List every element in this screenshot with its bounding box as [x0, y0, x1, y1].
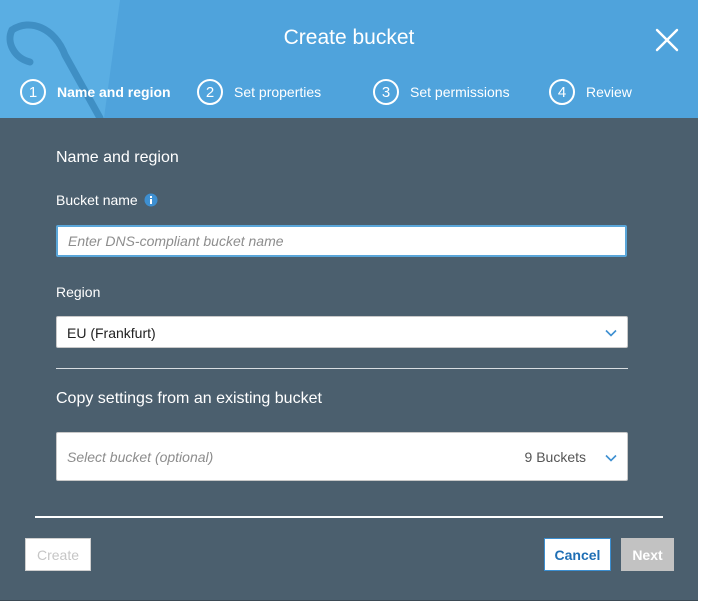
- step-label: Set permissions: [410, 84, 510, 100]
- bucket-count: 9 Buckets: [524, 449, 586, 465]
- step-label: Name and region: [57, 84, 171, 100]
- create-button[interactable]: Create: [25, 538, 91, 571]
- step-set-permissions[interactable]: 3 Set permissions: [373, 79, 510, 105]
- step-name-and-region[interactable]: 1 Name and region: [20, 79, 171, 105]
- footer-divider: [35, 516, 663, 518]
- bucket-name-input[interactable]: [56, 225, 627, 257]
- next-button[interactable]: Next: [621, 538, 674, 571]
- chevron-down-icon: [605, 454, 617, 462]
- step-label: Review: [586, 84, 632, 100]
- bucket-name-label: Bucket name: [56, 192, 138, 208]
- step-review[interactable]: 4 Review: [549, 79, 632, 105]
- step-label: Set properties: [234, 84, 322, 100]
- region-label: Region: [56, 284, 101, 300]
- copy-bucket-select[interactable]: Select bucket (optional) 9 Buckets: [56, 432, 628, 481]
- close-icon[interactable]: [654, 27, 680, 53]
- chevron-down-icon: [605, 329, 617, 337]
- copy-bucket-placeholder: Select bucket (optional): [67, 449, 214, 465]
- dialog-header: Create bucket 1 Name and region 2 Set pr…: [0, 0, 698, 118]
- dialog-title: Create bucket: [283, 26, 415, 49]
- step-set-properties[interactable]: 2 Set properties: [197, 79, 321, 105]
- step-number: 4: [549, 79, 575, 105]
- section-title-copy-settings: Copy settings from an existing bucket: [56, 390, 322, 407]
- section-title-name-region: Name and region: [56, 149, 179, 166]
- step-number: 1: [20, 79, 46, 105]
- region-value: EU (Frankfurt): [67, 325, 156, 341]
- info-icon[interactable]: [144, 193, 158, 207]
- step-number: 3: [373, 79, 399, 105]
- step-number: 2: [197, 79, 223, 105]
- section-divider: [56, 368, 628, 369]
- cancel-button[interactable]: Cancel: [544, 538, 611, 571]
- create-bucket-dialog: Create bucket 1 Name and region 2 Set pr…: [0, 0, 698, 601]
- region-select[interactable]: EU (Frankfurt): [56, 316, 628, 348]
